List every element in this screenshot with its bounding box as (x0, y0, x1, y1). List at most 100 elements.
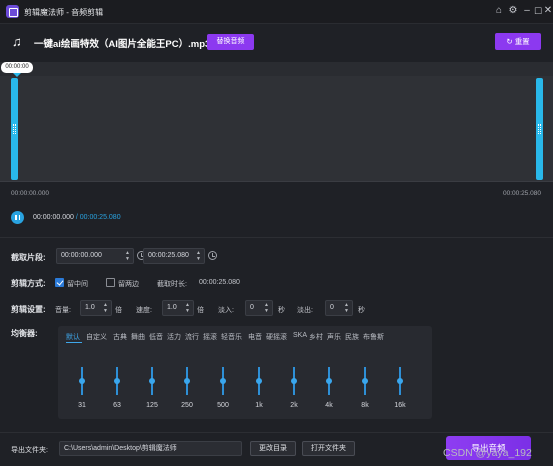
equalizer-tab[interactable]: 硬摇滚 (266, 332, 287, 342)
equalizer-tab[interactable]: 布鲁斯 (363, 332, 384, 342)
equalizer-tab[interactable]: 摇滚 (203, 332, 217, 342)
reset-button[interactable]: ↻ 重置 (495, 33, 541, 50)
clock-icon[interactable] (208, 251, 217, 260)
fade-out-field[interactable]: 0 ▲ ▼ (325, 300, 353, 316)
equalizer-tab[interactable]: 低音 (149, 332, 163, 342)
fade-in-label: 淡入: (218, 307, 234, 314)
clip-start-value: 00:00:00.000 (61, 252, 102, 259)
waveform-start-label: 00:00:00.000 (11, 190, 49, 197)
spinner-arrows-icon[interactable]: ▲ ▼ (103, 302, 108, 314)
eq-slider-knob[interactable] (256, 378, 262, 384)
folder-label: 导出文件夹: (11, 447, 48, 454)
equalizer-tab[interactable]: 流行 (185, 332, 199, 342)
settings-label: 剪辑设置: (11, 305, 46, 314)
equalizer-tab[interactable]: 乡村 (309, 332, 323, 342)
equalizer-tab[interactable]: 电音 (248, 332, 262, 342)
eq-band-label: 500 (217, 402, 229, 409)
equalizer-tab[interactable]: 古典 (113, 332, 127, 342)
eq-slider-knob[interactable] (362, 378, 368, 384)
reset-icon: ↻ (506, 37, 515, 46)
speed-label: 速度: (136, 307, 152, 314)
volume-label: 音量: (55, 307, 71, 314)
eq-band-label: 125 (146, 402, 158, 409)
change-dir-button[interactable]: 更改目录 (250, 441, 296, 456)
watermark: CSDN @yaya_192 (443, 447, 532, 459)
fade-out-label: 淡出: (297, 307, 313, 314)
settings-icon[interactable]: ⚙ (507, 5, 519, 17)
clip-end-field[interactable]: 00:00:25.080 ▲ ▼ (143, 248, 205, 264)
eq-slider-knob[interactable] (397, 378, 403, 384)
eq-band-label: 63 (113, 402, 121, 409)
duration-value: 00:00:25.080 (199, 279, 240, 286)
clip-end-value: 00:00:25.080 (148, 252, 189, 259)
fade-out-unit: 秒 (358, 307, 365, 314)
switch-audio-button[interactable]: 替换音频 (207, 34, 254, 50)
speed-field[interactable]: 1.0 ▲ ▼ (162, 300, 194, 316)
equalizer-tab[interactable]: 民族 (345, 332, 359, 342)
playhead-marker[interactable] (13, 73, 21, 77)
equalizer-label: 均衡器: (11, 329, 38, 338)
playback-time: 00:00:00.000 / 00:00:25.080 (33, 214, 121, 221)
spinner-arrows-icon[interactable]: ▲ ▼ (185, 302, 190, 314)
clip-label: 截取片段: (11, 253, 46, 262)
equalizer-tab[interactable]: 轻音乐 (221, 332, 242, 342)
home-icon[interactable]: ⌂ (493, 5, 505, 17)
active-tab-underline (66, 342, 82, 343)
equalizer-tab[interactable]: 自定义 (86, 332, 107, 342)
eq-band-label: 2k (290, 402, 298, 409)
eq-slider-knob[interactable] (79, 378, 85, 384)
equalizer-tab[interactable]: SKA (293, 332, 307, 339)
folder-path-field[interactable]: C:\Users\admin\Desktop\剪辑魔法师 (59, 441, 242, 456)
eq-band-label: 31 (78, 402, 86, 409)
equalizer-tab[interactable]: 声乐 (327, 332, 341, 342)
spinner-arrows-icon[interactable]: ▲ ▼ (196, 250, 201, 262)
clip-start-field[interactable]: 00:00:00.000 ▲ ▼ (56, 248, 134, 264)
mode-label: 剪辑方式: (11, 279, 46, 288)
fade-in-field[interactable]: 0 ▲ ▼ (245, 300, 273, 316)
eq-slider-knob[interactable] (220, 378, 226, 384)
current-time: 00:00:00.000 (33, 214, 74, 221)
eq-slider-knob[interactable] (149, 378, 155, 384)
file-name: 一键ai绘画特效（AI图片全能王PC）.mp3 (34, 39, 211, 50)
eq-slider-knob[interactable] (291, 378, 297, 384)
equalizer-tab[interactable]: 活力 (167, 332, 181, 342)
keep-middle-label[interactable]: 留中间 (67, 279, 88, 289)
spinner-arrows-icon[interactable]: ▲ ▼ (344, 302, 349, 314)
app-logo-icon (6, 5, 19, 18)
spinner-arrows-icon[interactable]: ▲ ▼ (264, 302, 269, 314)
start-handle[interactable] (11, 78, 18, 180)
eq-band-label: 16k (394, 402, 406, 409)
eq-slider-knob[interactable] (114, 378, 120, 384)
eq-band-label: 8k (361, 402, 369, 409)
volume-unit: 倍 (115, 307, 122, 314)
duration-label: 截取时长: (157, 281, 187, 288)
section-divider (0, 237, 553, 238)
music-note-icon: ♫ (12, 34, 22, 49)
eq-slider-knob[interactable] (184, 378, 190, 384)
eq-slider-knob[interactable] (326, 378, 332, 384)
end-handle[interactable] (536, 78, 543, 180)
footer-divider (0, 432, 553, 433)
equalizer-tab[interactable]: 默认 (66, 332, 80, 342)
waveform-area[interactable] (0, 76, 553, 181)
playhead-time[interactable]: 00:00:00 (1, 62, 33, 73)
keep-sides-checkbox[interactable] (106, 278, 115, 287)
total-time: 00:00:25.080 (79, 214, 121, 221)
pause-icon[interactable] (11, 211, 24, 224)
keep-sides-label[interactable]: 留两边 (118, 279, 139, 289)
speed-value: 1.0 (167, 304, 177, 311)
waveform-end-label: 00:00:25.080 (503, 190, 541, 197)
speed-unit: 倍 (197, 307, 204, 314)
volume-field[interactable]: 1.0 ▲ ▼ (80, 300, 112, 316)
volume-value: 1.0 (85, 304, 95, 311)
fade-in-value: 0 (250, 304, 254, 311)
open-folder-button[interactable]: 打开文件夹 (302, 441, 355, 456)
close-icon[interactable]: ✕ (542, 5, 553, 17)
fade-out-value: 0 (330, 304, 334, 311)
reset-label: 重置 (514, 37, 530, 46)
timeline-ruler[interactable] (0, 62, 553, 76)
equalizer-tab[interactable]: 舞曲 (131, 332, 145, 342)
spinner-arrows-icon[interactable]: ▲ ▼ (125, 250, 130, 262)
keep-middle-checkbox[interactable] (55, 278, 64, 287)
app-title: 剪辑魔法师 - 音频剪辑 (24, 8, 104, 17)
